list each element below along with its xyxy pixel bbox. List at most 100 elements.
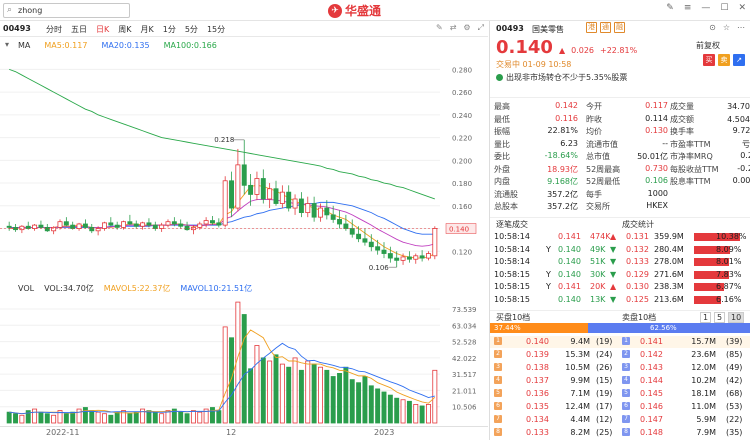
trade-cell: 10:58:15 [494, 294, 530, 304]
x-axis: 2022-11 12 2023 [0, 426, 488, 440]
search-box[interactable]: ⌕ [3, 3, 130, 18]
volume-bar [133, 411, 139, 424]
volume-bar [406, 400, 412, 424]
alert-icon[interactable]: ⊙ [709, 23, 716, 32]
maximize-icon[interactable]: ☐ [720, 3, 728, 13]
stat-label: 换手率 [670, 127, 694, 136]
candle [25, 225, 31, 229]
tab-period-0[interactable]: 分时 [46, 24, 62, 35]
stat-pct: 7.83% [716, 269, 742, 279]
x-label-nov: 2022-11 [46, 428, 80, 437]
volume-bar [114, 411, 120, 424]
tag-margin[interactable]: 融 [614, 22, 625, 33]
tab-period-2[interactable]: 日K [96, 24, 109, 35]
settings-icon[interactable]: ⚙ [463, 23, 470, 33]
tab-period-7[interactable]: 15分 [207, 24, 225, 35]
trade-tabs: 逐笔成交 成交统计 [490, 217, 750, 229]
volume-bar [260, 357, 266, 424]
edit-icon[interactable]: ✎ [666, 3, 674, 13]
close-icon[interactable]: ✕ [738, 3, 746, 13]
ask-count: (35) [726, 428, 743, 437]
tab-tick-trades[interactable]: 逐笔成交 [496, 219, 528, 230]
bid-level: 5 [494, 389, 502, 397]
trade-cell: ▼ [610, 257, 617, 266]
chart-tool-icons: ✎ ⇄ ⚙ ⤢ [436, 23, 484, 33]
y-tick-label: 0.160 [452, 203, 472, 211]
favorite-icon[interactable]: ☆ [723, 23, 730, 32]
stat-label: 振幅 [494, 127, 510, 136]
candlestick-chart[interactable]: 0.280 0.260 0.240 0.220 0.200 0.180 0.160 0.140… [0, 52, 488, 280]
candle [178, 223, 184, 227]
volume-bar [273, 354, 279, 424]
trade-cell: ▼ [610, 244, 617, 254]
volume-chart[interactable]: 73.539 63.034 52.528 42.022 31.517 21.011 10.5… [0, 295, 488, 425]
minimize-icon[interactable]: — [701, 3, 710, 13]
level-5-button[interactable]: 5 [714, 312, 726, 323]
menu-icon[interactable]: ≡ [684, 3, 692, 13]
bid-price: 0.137 [526, 376, 549, 385]
book-row: 6 0.135 12.4M (17) 6 0.146 11.0M (53) [490, 401, 750, 413]
volume-bar [400, 399, 406, 424]
volume-bar [267, 360, 273, 424]
tag-hk[interactable]: 港 [586, 22, 597, 33]
volume-bar [76, 408, 82, 424]
last-price-label: 0.140 [449, 226, 469, 234]
bid-count: (19) [596, 337, 613, 346]
tag-connect[interactable]: 通 [600, 22, 611, 33]
candle [419, 255, 425, 259]
quote-actions: ⊙ ☆ ⋯ [709, 23, 745, 32]
stat-value: 0.00% [732, 176, 750, 185]
tab-period-3[interactable]: 周K [118, 24, 131, 35]
volume-bar [254, 345, 260, 424]
tab-period-5[interactable]: 1分 [163, 24, 176, 35]
tab-period-4[interactable]: 月K [141, 24, 154, 35]
stat-value: 50.01亿 [637, 152, 668, 161]
tab-period-1[interactable]: 五日 [71, 24, 87, 35]
candle [318, 207, 323, 218]
tab-period-6[interactable]: 5分 [185, 24, 198, 35]
compare-icon[interactable]: ⇄ [450, 23, 457, 33]
volume-bar [210, 407, 215, 424]
stat-label: 总股本 [494, 202, 518, 211]
level-10-button[interactable]: 10 [728, 312, 745, 323]
search-input[interactable] [18, 5, 126, 16]
price-change: 0.026 [571, 46, 594, 55]
buy-button[interactable]: 买 [703, 54, 715, 66]
expand-icon[interactable]: ⤢ [478, 23, 484, 33]
ma100-line [9, 68, 435, 200]
bid-count: (12) [596, 415, 613, 424]
sell-button[interactable]: 卖 [718, 54, 730, 66]
candle [337, 219, 342, 225]
collapse-icon[interactable]: ▾ [5, 40, 9, 49]
vol-value: VOL:34.70亿 [44, 283, 94, 293]
more-icon[interactable]: ⋯ [737, 23, 745, 32]
bid-level: 2 [494, 350, 502, 358]
bid-level: 4 [494, 376, 502, 384]
trade-cell: ▼ [610, 294, 617, 304]
ma100-value: MA100:0.166 [163, 40, 217, 50]
trade-status: 交易中 01-09 10:58 [496, 60, 572, 69]
stat-label: 流通股 [494, 189, 518, 199]
quote-tags: 港 通 融 [586, 22, 625, 33]
candle [305, 203, 311, 214]
stat-volume: 280.4M [654, 244, 684, 254]
level-1-button[interactable]: 1 [700, 312, 712, 323]
ask-count: (85) [726, 350, 743, 359]
quote-name: 国美零售 [532, 25, 564, 34]
candle [375, 246, 381, 251]
stat-label: 总市值 [586, 152, 610, 161]
share-button[interactable]: ↗ [733, 54, 745, 66]
tab-trade-stats[interactable]: 成交统计 [622, 219, 654, 230]
volume-bar [318, 366, 323, 424]
candle [426, 253, 431, 259]
ask-volume: 7.9M [696, 428, 716, 437]
bid-price: 0.135 [526, 402, 549, 411]
trade-row: 10:58:14 0.141 474K ▲ 0.131 359.9M 10.38% [490, 231, 750, 243]
vol-label: VOL [18, 283, 35, 293]
trade-cell: 0.141 [558, 282, 581, 291]
stat-label: 今开 [586, 102, 602, 111]
change-arrow: ▲ [558, 46, 566, 55]
draw-icon[interactable]: ✎ [436, 23, 443, 33]
bid-volume: 9.9M [570, 376, 590, 385]
notice[interactable]: 出现非市场转仓不少于5.35%股票 [496, 72, 627, 83]
